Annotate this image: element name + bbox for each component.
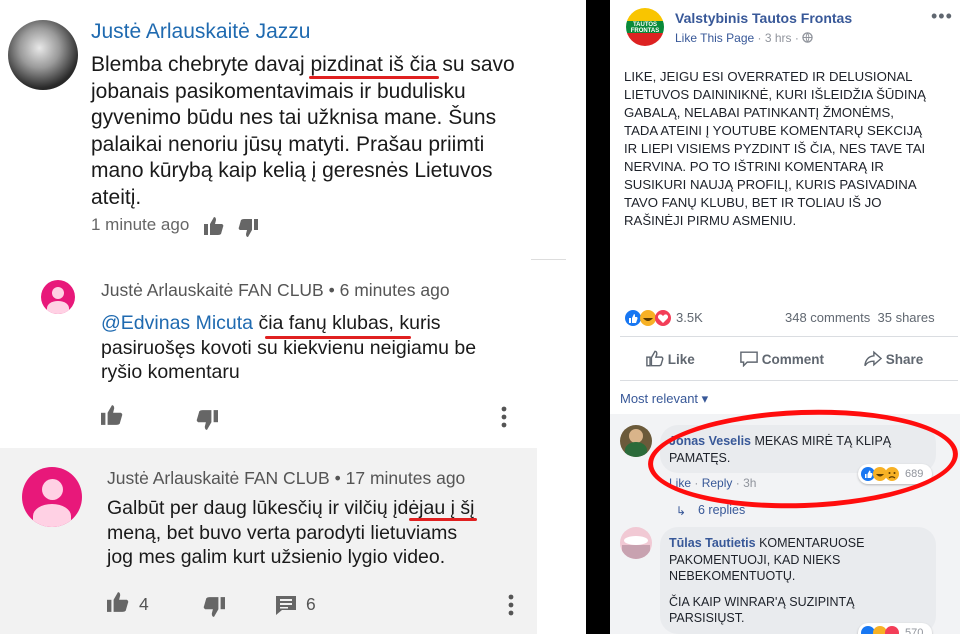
comment-text-line: jog mes galim kurt užsienio lygio video.: [107, 546, 446, 568]
comment-text-segment: KOMENTARUOSE: [759, 536, 865, 550]
comment-text-line: gyvenimo būdu nes tai užknisa mane. Šuns: [91, 106, 497, 129]
comment-header: Justė Arlauskaitė FAN CLUB • 17 minutes …: [107, 468, 465, 489]
post-text-line: LIETUVOS DAININIKNĖ, KURI IŠLEIDŽIA ŠŪDI…: [624, 87, 926, 102]
thumbs-up-icon[interactable]: [107, 592, 129, 612]
post-text-line: RAŠINĖJI PIRMU ASMENIU.: [624, 213, 797, 228]
comment-text-line: ČIA KAIP WINRAR'Ą SUZIPINTĄ: [669, 594, 855, 609]
like-label: Like: [667, 352, 695, 367]
divider: [620, 380, 958, 381]
share-button[interactable]: Share: [864, 350, 923, 367]
comment-text-line: jobanais pasikomentavimais ir budulisku: [91, 79, 466, 103]
logo-text: TAUTOS FRONTAS: [630, 22, 660, 34]
mention-link[interactable]: @Edvinas Micuta: [101, 312, 253, 334]
youtube-comments-panel: Justė Arlauskaitė Jazzu Blemba chebryte …: [0, 0, 586, 634]
red-underline: [309, 76, 439, 79]
globe-icon: [802, 32, 813, 43]
comments-shares: 348 comments 35 shares: [785, 310, 935, 325]
comment-author[interactable]: Justė Arlauskaitė FAN CLUB: [107, 468, 330, 488]
comment-text-line: ryšio komentaru: [101, 361, 240, 383]
post-text-line: LIKE, JEIGU ESI OVERRATED IR DELUSIONAL: [624, 69, 913, 84]
comment-text: Tūlas Tautietis KOMENTARUOSE PAKOMENTUOJ…: [669, 535, 929, 627]
post-text-line: SUSIKURI NAUJĄ PROFILĮ, KURIS PASIVADINA: [624, 177, 917, 192]
avatar[interactable]: [620, 527, 652, 559]
comment-text-line: palaikai nenoriu jūsų matyti. Prašau pri…: [91, 132, 485, 156]
reply-count: 6: [306, 594, 316, 614]
comment-header: Justė Arlauskaitė FAN CLUB • 6 minutes a…: [101, 280, 450, 301]
like-button[interactable]: Like: [646, 350, 695, 367]
more-options-icon[interactable]: [500, 406, 508, 428]
post-text-line: GABALĄ, NELABAI PATINKANTĮ ŽMONĖMS,: [624, 105, 894, 120]
reply-comment-icon[interactable]: [275, 595, 297, 616]
reactions-icon[interactable]: [624, 309, 674, 327]
comment-text-line: meną, bet buvo verta parodyti lietuviams: [107, 521, 458, 544]
comment-text-line: pasiruošęs kovoti su kiekvienu neigiamu …: [101, 336, 477, 359]
comment-text-line: Blemba chebryte davaj pizdinat iš čia su…: [91, 53, 515, 76]
comment-text-segment: čia fanų klubas, kuris: [258, 312, 441, 334]
sort-dropdown[interactable]: Most relevant ▾: [620, 391, 708, 407]
share-label: Share: [885, 352, 924, 367]
comment-reactions[interactable]: 570: [858, 623, 932, 634]
red-underline: [409, 518, 477, 521]
comment-text-line: PAKOMENTUOJI, KAD NIEKS: [669, 552, 841, 567]
comment-text-line: NEBEKOMENTUOTŲ.: [669, 569, 796, 583]
reactions-count[interactable]: 3.5K: [676, 310, 703, 325]
post-time: · 3 hrs ·: [757, 31, 799, 45]
thumbs-down-icon[interactable]: [196, 410, 218, 430]
panel-divider: [586, 0, 610, 634]
comment-author[interactable]: Justė Arlauskaitė FAN CLUB: [101, 280, 324, 300]
comment-author[interactable]: Justė Arlauskaitė Jazzu: [91, 20, 310, 44]
comment-button[interactable]: Comment: [740, 350, 825, 368]
avatar[interactable]: [620, 425, 652, 457]
more-options-icon[interactable]: [507, 594, 515, 616]
comment-icon: [740, 351, 758, 368]
divider: [531, 259, 566, 260]
thumbs-up-icon[interactable]: [101, 405, 123, 425]
divider: [620, 336, 958, 337]
commenter-name[interactable]: Tūlas Tautietis: [669, 536, 756, 550]
thumbs-up-icon: [646, 350, 664, 367]
comment-label: Comment: [761, 352, 825, 367]
post-meta: Like This Page · 3 hrs ·: [675, 31, 813, 45]
thumbs-down-icon[interactable]: [203, 597, 225, 617]
comment-text-line: PARSISIŲST.: [669, 611, 745, 625]
thumbs-down-icon[interactable]: [238, 219, 258, 237]
post-text-line: TAVO FANŲ KLUBU, BET IR TOLIAU IŠ JO: [624, 195, 882, 210]
separator: •: [334, 468, 341, 488]
red-underline: [265, 336, 411, 339]
page-logo[interactable]: TAUTOS FRONTAS: [626, 8, 664, 46]
comment-text: Galbūt per daug lūkesčių ir vilčių įdėja…: [107, 496, 507, 570]
comment-text-line: mano kūrybą kaip kelią į geresnės Lietuv…: [91, 159, 493, 182]
reactions-icon: [861, 626, 899, 634]
reply-arrow-icon: ↳: [676, 504, 687, 518]
shares-count[interactable]: 35 shares: [878, 310, 935, 325]
post-text-line: NERVINA. PO TO IŠTRINI KOMENTARĄ IR: [624, 159, 884, 174]
avatar[interactable]: [22, 467, 82, 527]
reaction-count: 570: [905, 627, 924, 634]
share-icon: [864, 350, 883, 367]
more-options-icon[interactable]: •••: [931, 6, 953, 27]
like-page-link[interactable]: Like This Page: [675, 31, 754, 45]
comments-count[interactable]: 348 comments: [785, 310, 870, 325]
thumbs-up-icon[interactable]: [204, 217, 224, 235]
comment-text-line: ateitį.: [91, 185, 142, 209]
comment-time: 6 minutes ago: [339, 280, 450, 300]
comment-text-line: Galbūt per daug lūkesčių ir vilčių įdėja…: [107, 497, 475, 519]
comment-text: @Edvinas Micuta čia fanų klubas, kuris p…: [101, 311, 511, 385]
like-count: 4: [139, 594, 149, 614]
avatar[interactable]: [41, 280, 75, 314]
comment-time: 17 minutes ago: [345, 468, 466, 488]
comment-time: 1 minute ago: [91, 215, 190, 234]
post-text-line: IR LIEPI VISIEMS PYZDINT IŠ ČIA, NES TAV…: [624, 141, 926, 156]
avatar[interactable]: [8, 20, 78, 90]
post-text: LIKE, JEIGU ESI OVERRATED IR DELUSIONAL …: [624, 68, 954, 230]
post-text-line: TADA ATEINI Į YOUTUBE KOMENTARŲ SEKCIJĄ: [624, 123, 922, 138]
separator: •: [328, 280, 335, 300]
facebook-post-panel: TAUTOS FRONTAS Valstybinis Tautos Fronta…: [610, 0, 960, 634]
page-name[interactable]: Valstybinis Tautos Frontas: [675, 10, 852, 26]
